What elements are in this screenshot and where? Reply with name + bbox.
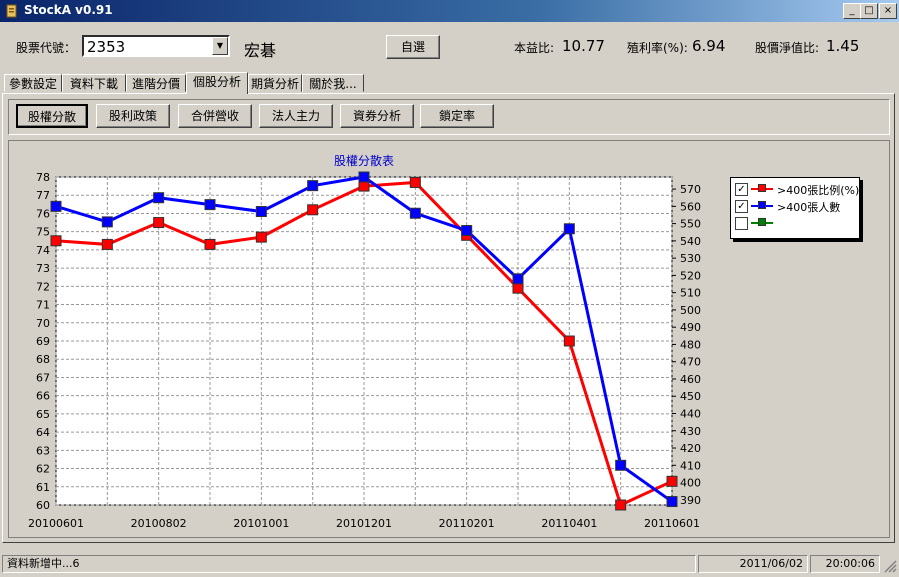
right-axis-tick-label: 450: [680, 390, 701, 403]
left-axis-tick-label: 78: [36, 171, 50, 184]
data-point-series-1: [255, 206, 267, 218]
chart-title: 股權分散表: [334, 153, 394, 168]
right-axis-tick-label: 560: [680, 200, 701, 213]
data-point-series-1: [512, 273, 524, 285]
right-axis-tick-label: 520: [680, 269, 701, 282]
left-axis-tick-label: 72: [36, 280, 50, 293]
data-point-series-0: [563, 335, 575, 347]
data-point-series-1: [50, 200, 62, 212]
left-axis-tick-label: 70: [36, 317, 50, 330]
data-point-series-0: [307, 204, 319, 216]
right-axis-tick-label: 410: [680, 459, 701, 472]
right-axis-tick-label: 500: [680, 304, 701, 317]
legend-marker-ratio: [758, 184, 766, 192]
status-date: 2011/06/02: [698, 555, 808, 573]
data-point-series-1: [153, 192, 165, 204]
data-point-series-0: [615, 499, 627, 511]
legend-checkbox-ratio[interactable]: ✓: [735, 183, 748, 196]
left-axis-tick-label: 74: [36, 244, 50, 257]
right-axis-tick-label: 440: [680, 408, 701, 421]
left-axis-tick-label: 67: [36, 371, 50, 384]
left-axis-tick-label: 77: [36, 189, 50, 202]
left-axis-tick-label: 65: [36, 408, 50, 421]
right-axis-tick-label: 570: [680, 183, 701, 196]
left-axis-tick-label: 75: [36, 226, 50, 239]
left-axis-tick-label: 63: [36, 444, 50, 457]
right-axis-tick-label: 490: [680, 321, 701, 334]
x-axis-tick-label: 20101201: [336, 517, 392, 530]
right-axis-tick-label: 400: [680, 477, 701, 490]
status-bar: 資料新增中...6 2011/06/02 20:00:06: [0, 552, 899, 577]
chart-legend: ✓ >400張比例(%) ✓ >400張人數: [730, 177, 860, 239]
data-point-series-1: [101, 216, 113, 228]
legend-marker-count: [758, 201, 766, 209]
shareholding-chart: 60 61 62 63 64 65 66 67 68 69 70 71 72 73 74 75 76 77 78 39…: [28, 153, 701, 530]
x-axis-tick-label: 20100601: [28, 517, 84, 530]
right-axis-tick-label: 480: [680, 338, 701, 351]
resize-grip-icon[interactable]: [884, 560, 897, 573]
legend-checkbox-empty[interactable]: [735, 217, 748, 230]
x-axis-tick-label: 20110401: [541, 517, 597, 530]
legend-label-count: >400張人數: [777, 201, 841, 214]
left-axis-tick-label: 68: [36, 353, 50, 366]
data-point-series-1: [563, 223, 575, 235]
data-point-series-1: [666, 496, 678, 508]
right-axis-tick-label: 550: [680, 218, 701, 231]
left-axis-tick-label: 62: [36, 463, 50, 476]
status-time: 20:00:06: [810, 555, 880, 573]
right-axis-tick-label: 390: [680, 494, 701, 507]
legend-marker-empty: [758, 218, 766, 226]
data-point-series-1: [615, 459, 627, 471]
data-point-series-1: [358, 171, 370, 183]
left-axis-tick-label: 76: [36, 207, 50, 220]
right-axis-tick-label: 420: [680, 442, 701, 455]
data-point-series-1: [409, 207, 421, 219]
right-axis-tick-label: 540: [680, 235, 701, 248]
left-axis-tick-label: 60: [36, 499, 50, 512]
data-point-series-1: [204, 199, 216, 211]
right-axis-tick-label: 470: [680, 356, 701, 369]
data-point-series-0: [101, 238, 113, 250]
right-axis-tick-label: 460: [680, 373, 701, 386]
right-axis-tick-label: 530: [680, 252, 701, 265]
left-axis-tick-label: 64: [36, 426, 50, 439]
left-axis-tick-label: 73: [36, 262, 50, 275]
tab-stock-analysis[interactable]: 個股分析: [186, 72, 248, 94]
data-point-series-1: [307, 180, 319, 192]
data-point-series-0: [512, 282, 524, 294]
left-axis-tick-label: 66: [36, 390, 50, 403]
x-axis-tick-label: 20110201: [439, 517, 495, 530]
status-message: 資料新增中...6: [2, 555, 696, 573]
data-point-series-0: [358, 180, 370, 192]
x-axis-tick-label: 20101001: [233, 517, 289, 530]
left-axis-tick-label: 71: [36, 299, 50, 312]
legend-checkbox-count[interactable]: ✓: [735, 200, 748, 213]
left-axis-tick-label: 69: [36, 335, 50, 348]
left-axis-tick-label: 61: [36, 481, 50, 494]
data-point-series-0: [204, 238, 216, 250]
data-point-series-0: [409, 176, 421, 188]
data-point-series-1: [461, 225, 473, 237]
legend-label-ratio: >400張比例(%): [777, 184, 860, 197]
data-point-series-0: [666, 475, 678, 487]
data-point-series-0: [153, 217, 165, 229]
x-axis-tick-label: 20100802: [131, 517, 187, 530]
right-axis-tick-label: 430: [680, 425, 701, 438]
data-point-series-0: [255, 231, 267, 243]
data-point-series-0: [50, 235, 62, 247]
right-axis-tick-label: 510: [680, 287, 701, 300]
x-axis-tick-label: 20110601: [644, 517, 700, 530]
